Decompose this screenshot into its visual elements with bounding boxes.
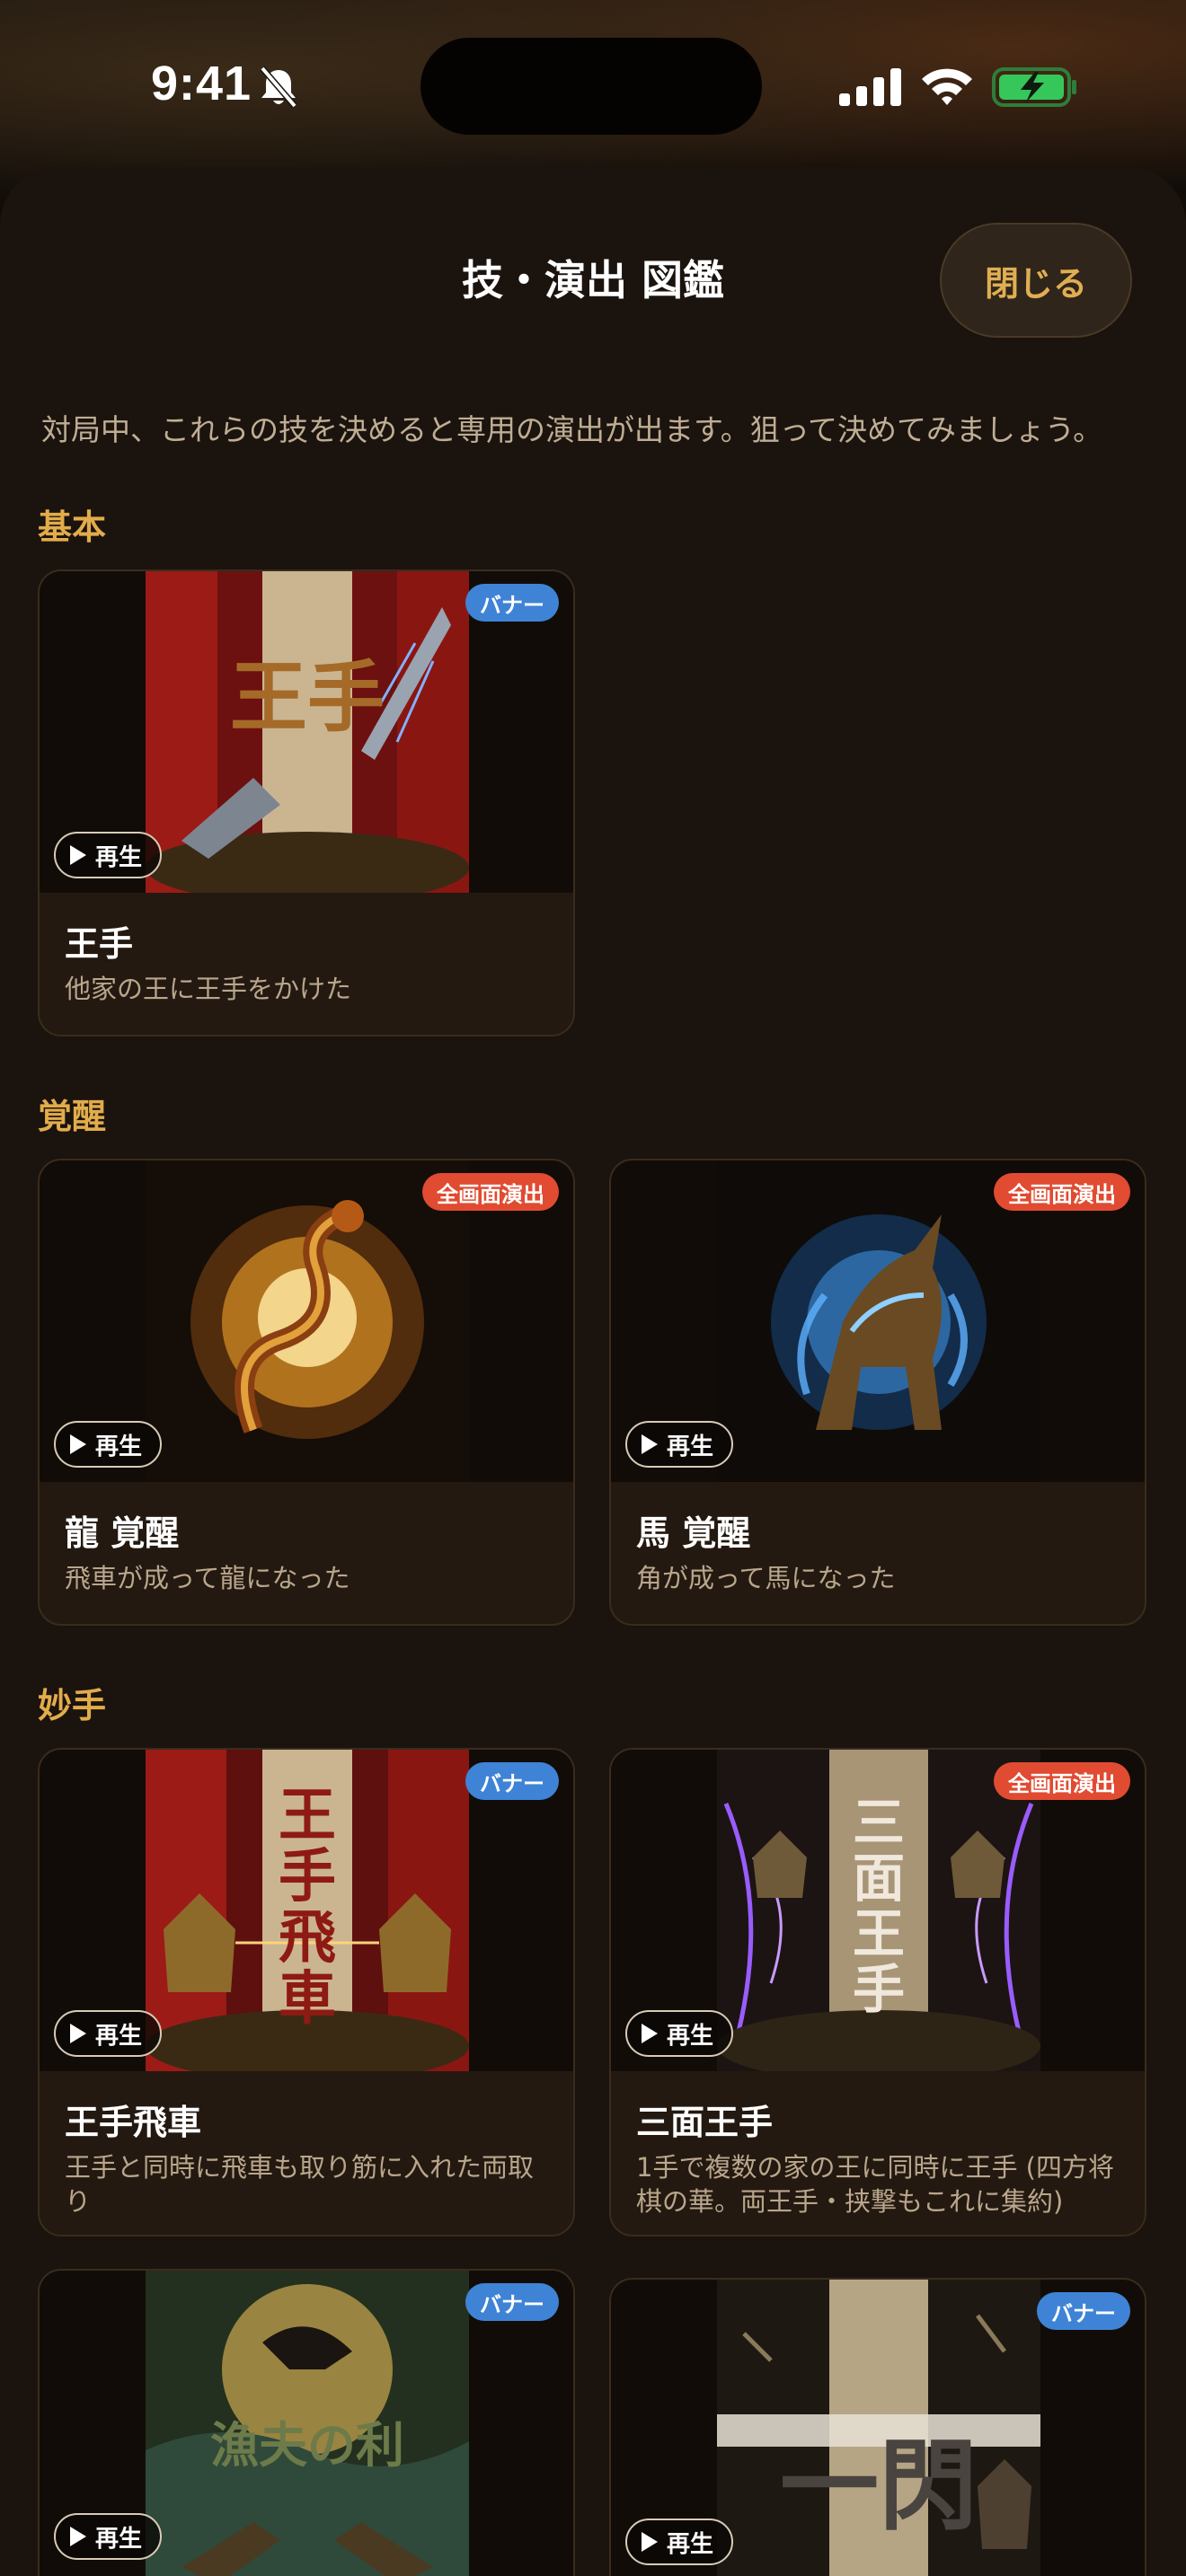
cellular-signal-icon [839,68,901,106]
battery-charging-icon [992,67,1076,107]
dragon-artwork [146,1160,469,1482]
play-icon [70,845,86,865]
badge-banner: バナー [465,2283,559,2321]
card-name: 馬 覚醒 [636,1513,751,1553]
card-description: 王手と同時に飛車も取り筋に入れた両取り [65,2152,535,2217]
play-button[interactable]: 再生 [54,2513,163,2560]
play-button[interactable]: 再生 [625,2519,734,2565]
section-title-brilliant-moves: 妙手 [38,1686,107,1725]
play-label: 再生 [667,2022,714,2050]
card-name: 王手飛車 [65,2103,202,2142]
card-thumbnail: 王手飛車 バナー 再生 [40,1750,573,2071]
card-name: 三面王手 [636,2103,774,2142]
card-thumbnail: 三面王手 全画面演出 再生 [611,1750,1145,2071]
wifi-icon [922,68,972,105]
oute-artwork: 王手 [146,571,469,893]
technique-card-gyofu-no-ri[interactable]: 漁夫の利 バナー 再生 [38,2269,575,2576]
badge-fullscreen: 全画面演出 [422,1173,559,1211]
technique-card-horse-awakening[interactable]: 全画面演出 再生 馬 覚醒 角が成って馬になった [609,1159,1146,1626]
card-description: 他家の王に王手をかけた [65,974,352,1004]
badge-banner: バナー [465,584,559,622]
status-time: 9:41 [151,57,252,110]
horse-artwork [717,1160,1040,1482]
status-bar: 9:41 [0,0,1186,171]
technique-card-oute[interactable]: 王手 バナー 再生 王手 他家の王に王手をかけた [38,569,575,1037]
play-label: 再生 [95,2525,143,2553]
play-label: 再生 [95,843,143,871]
technique-card-dragon-awakening[interactable]: 全画面演出 再生 龍 覚醒 飛車が成って龍になった [38,1159,575,1626]
technique-card-issen[interactable]: 一閃 バナー 再生 [609,2278,1146,2576]
play-button[interactable]: 再生 [625,2010,734,2057]
card-thumbnail: 全画面演出 再生 [611,1160,1145,1482]
play-icon [70,2024,86,2043]
technique-card-oute-hisha[interactable]: 王手飛車 バナー 再生 王手飛車 王手と同時に飛車も取り筋に入れた両取り [38,1748,575,2236]
technique-catalog-sheet: 技・演出 図鑑 閉じる 対局中、これらの技を決めると専用の演出が出ます。狙って決… [0,167,1186,2576]
card-name: 王手 [65,924,134,964]
badge-fullscreen: 全画面演出 [994,1762,1130,1800]
gyofu-art-text: 漁夫の利 [210,2416,404,2474]
card-thumbnail: 全画面演出 再生 [40,1160,573,1482]
card-description: 角が成って馬になった [636,1563,896,1593]
play-icon [642,2024,658,2043]
play-button[interactable]: 再生 [54,832,163,878]
play-button[interactable]: 再生 [625,1421,734,1468]
oute-art-text: 王手 [230,652,385,743]
section-title-basic: 基本 [38,507,107,547]
issen-art-text: 一閃 [780,2428,978,2544]
technique-card-sanmen-oute[interactable]: 三面王手 全画面演出 再生 三面王手 1手で複数の家の王に同時に王手 (四方将棋… [609,1748,1146,2236]
sanmen-oute-art-text: 三面王手 [852,1792,905,2020]
badge-banner: バナー [465,1762,559,1800]
close-button[interactable]: 閉じる [940,223,1132,338]
badge-banner: バナー [1037,2292,1130,2330]
oute-hisha-art-text: 王手飛車 [279,1782,336,2033]
bell-off-icon [260,66,297,109]
play-icon [70,1434,86,1454]
card-thumbnail: 漁夫の利 バナー 再生 [40,2271,573,2576]
play-label: 再生 [95,2022,143,2050]
intro-text: 対局中、これらの技を決めると専用の演出が出ます。狙って決めてみましょう。 [41,412,1103,447]
play-icon [642,2532,658,2552]
play-label: 再生 [95,1433,143,1460]
badge-fullscreen: 全画面演出 [994,1173,1130,1211]
play-icon [642,1434,658,1454]
play-icon [70,2527,86,2546]
section-title-awakening: 覚醒 [38,1097,107,1136]
card-name: 龍 覚醒 [65,1513,180,1553]
play-button[interactable]: 再生 [54,1421,163,1468]
card-description: 1手で複数の家の王に同時に王手 (四方将棋の華。両王手・挟撃もこれに集約) [636,2152,1114,2217]
card-thumbnail: 王手 バナー 再生 [40,571,573,893]
dynamic-island [420,38,762,135]
play-button[interactable]: 再生 [54,2010,163,2057]
play-label: 再生 [667,1433,714,1460]
play-label: 再生 [667,2530,714,2558]
card-thumbnail: 一閃 バナー 再生 [611,2280,1145,2576]
card-description: 飛車が成って龍になった [65,1563,350,1593]
